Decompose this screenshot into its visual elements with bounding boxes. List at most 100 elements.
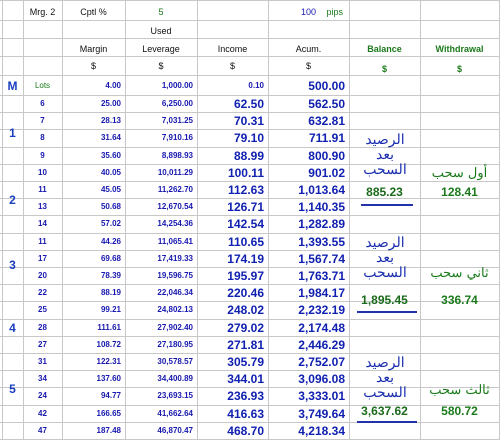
acum-cell[interactable]: 3,333.01: [268, 388, 345, 404]
margin-cell[interactable]: 40.05: [62, 165, 121, 181]
cptl-label[interactable]: Cptl %: [62, 4, 125, 20]
lots-cell[interactable]: 47: [23, 423, 62, 439]
withdrawal-amount-2[interactable]: 336.74: [420, 292, 499, 308]
lots-cell[interactable]: 17: [23, 251, 62, 267]
margin-cell[interactable]: 31.64: [62, 130, 121, 146]
income-cell[interactable]: 110.65: [197, 234, 264, 250]
withdrawal-amount-1[interactable]: 128.41: [420, 184, 499, 200]
lots-cell[interactable]: 11: [23, 234, 62, 250]
margin-cell[interactable]: 50.68: [62, 199, 121, 215]
withdrawal-amount-3[interactable]: 580.72: [420, 403, 499, 419]
acum-cell[interactable]: 1,393.55: [268, 234, 345, 250]
lots-cell[interactable]: 24: [23, 388, 62, 404]
m-leverage[interactable]: 1,000.00: [125, 78, 193, 94]
margin-cell[interactable]: 99.21: [62, 302, 121, 318]
income-cell[interactable]: 279.02: [197, 320, 264, 336]
margin-cell[interactable]: 94.77: [62, 388, 121, 404]
acum-cell[interactable]: 4,218.34: [268, 423, 345, 439]
leverage-cell[interactable]: 34,400.89: [125, 371, 193, 387]
income-cell[interactable]: 305.79: [197, 354, 264, 370]
lots-cell[interactable]: 20: [23, 268, 62, 284]
m-margin[interactable]: 4.00: [62, 78, 121, 94]
margin-cell[interactable]: 187.48: [62, 423, 121, 439]
lots-cell[interactable]: 9: [23, 148, 62, 164]
acum-cell[interactable]: 711.91: [268, 130, 345, 146]
leverage-cell[interactable]: 24,802.13: [125, 302, 193, 318]
income-cell[interactable]: 416.63: [197, 406, 264, 422]
lots-cell[interactable]: 42: [23, 406, 62, 422]
income-cell[interactable]: 174.19: [197, 251, 264, 267]
acum-cell[interactable]: 1,567.74: [268, 251, 345, 267]
leverage-cell[interactable]: 7,031.25: [125, 113, 193, 129]
income-cell[interactable]: 100.11: [197, 165, 264, 181]
leverage-cell[interactable]: 7,910.16: [125, 130, 193, 146]
margin-cell[interactable]: 122.31: [62, 354, 121, 370]
leverage-cell[interactable]: 10,011.29: [125, 165, 193, 181]
income-cell[interactable]: 88.99: [197, 148, 264, 164]
income-cell[interactable]: 344.01: [197, 371, 264, 387]
income-cell[interactable]: 70.31: [197, 113, 264, 129]
leverage-cell[interactable]: 11,065.41: [125, 234, 193, 250]
acum-cell[interactable]: 2,446.29: [268, 337, 345, 353]
lots-cell[interactable]: 25: [23, 302, 62, 318]
lots-cell[interactable]: 8: [23, 130, 62, 146]
income-cell[interactable]: 126.71: [197, 199, 264, 215]
acum-cell[interactable]: 901.02: [268, 165, 345, 181]
acum-cell[interactable]: 632.81: [268, 113, 345, 129]
margin-cell[interactable]: 44.26: [62, 234, 121, 250]
acum-cell[interactable]: 1,984.17: [268, 285, 345, 301]
lots-cell[interactable]: 6: [23, 96, 62, 112]
acum-cell[interactable]: 800.90: [268, 148, 345, 164]
leverage-cell[interactable]: 22,046.34: [125, 285, 193, 301]
pips-value[interactable]: 100: [268, 4, 349, 20]
margin-cell[interactable]: 28.13: [62, 113, 121, 129]
lots-cell[interactable]: 31: [23, 354, 62, 370]
lots-cell[interactable]: 14: [23, 216, 62, 232]
leverage-cell[interactable]: 27,902.40: [125, 320, 193, 336]
acum-cell[interactable]: 1,013.64: [268, 182, 345, 198]
income-cell[interactable]: 248.02: [197, 302, 264, 318]
acum-cell[interactable]: 562.50: [268, 96, 345, 112]
lots-cell[interactable]: 13: [23, 199, 62, 215]
margin-cell[interactable]: 78.39: [62, 268, 121, 284]
m-acum[interactable]: 500.00: [268, 78, 345, 94]
income-cell[interactable]: 220.46: [197, 285, 264, 301]
income-cell[interactable]: 468.70: [197, 423, 264, 439]
balance-after-withdrawal-3[interactable]: 3,637.62: [349, 403, 420, 419]
acum-cell[interactable]: 1,140.35: [268, 199, 345, 215]
mrg-cell[interactable]: Mrg. 2: [23, 4, 62, 20]
income-cell[interactable]: 142.54: [197, 216, 264, 232]
lots-cell[interactable]: 28: [23, 320, 62, 336]
lots-cell[interactable]: 7: [23, 113, 62, 129]
leverage-cell[interactable]: 23,693.15: [125, 388, 193, 404]
acum-cell[interactable]: 3,749.64: [268, 406, 345, 422]
leverage-cell[interactable]: 41,662.64: [125, 406, 193, 422]
lots-cell[interactable]: 34: [23, 371, 62, 387]
lots-cell[interactable]: 27: [23, 337, 62, 353]
margin-cell[interactable]: 69.68: [62, 251, 121, 267]
leverage-cell[interactable]: 12,670.54: [125, 199, 193, 215]
lots-cell[interactable]: 11: [23, 182, 62, 198]
margin-cell[interactable]: 35.60: [62, 148, 121, 164]
leverage-cell[interactable]: 6,250.00: [125, 96, 193, 112]
leverage-cell[interactable]: 27,180.95: [125, 337, 193, 353]
margin-cell[interactable]: 57.02: [62, 216, 121, 232]
m-income[interactable]: 0.10: [197, 78, 264, 94]
acum-cell[interactable]: 2,752.07: [268, 354, 345, 370]
margin-cell[interactable]: 137.60: [62, 371, 121, 387]
lots-cell[interactable]: 10: [23, 165, 62, 181]
acum-cell[interactable]: 2,174.48: [268, 320, 345, 336]
acum-cell[interactable]: 1,763.71: [268, 268, 345, 284]
income-cell[interactable]: 112.63: [197, 182, 264, 198]
leverage-cell[interactable]: 8,898.93: [125, 148, 193, 164]
income-cell[interactable]: 236.93: [197, 388, 264, 404]
leverage-cell[interactable]: 19,596.75: [125, 268, 193, 284]
cptl-value[interactable]: 5: [125, 4, 197, 20]
leverage-cell[interactable]: 30,578.57: [125, 354, 193, 370]
margin-cell[interactable]: 25.00: [62, 96, 121, 112]
income-cell[interactable]: 79.10: [197, 130, 264, 146]
lots-cell[interactable]: 22: [23, 285, 62, 301]
margin-cell[interactable]: 45.05: [62, 182, 121, 198]
margin-cell[interactable]: 108.72: [62, 337, 121, 353]
income-cell[interactable]: 271.81: [197, 337, 264, 353]
